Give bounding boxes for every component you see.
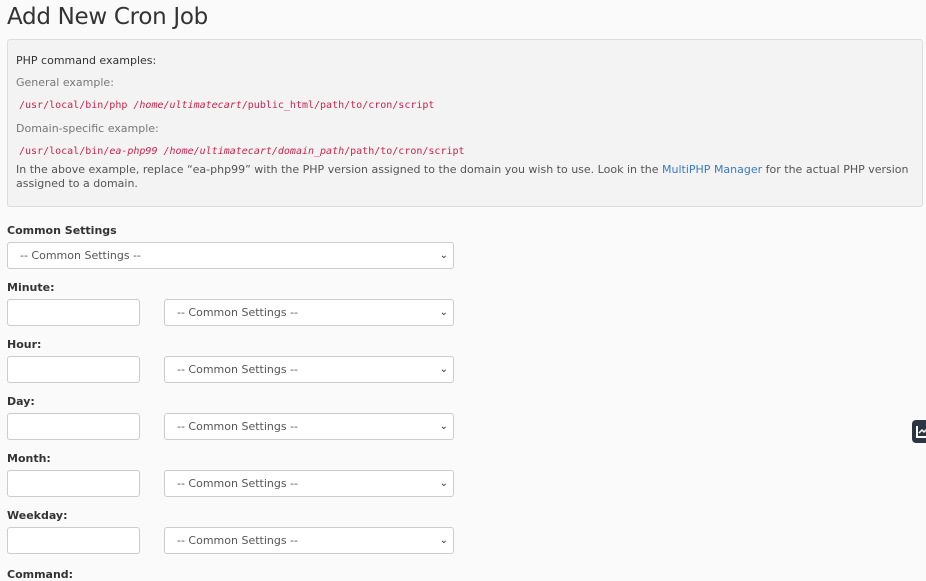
chart-icon	[916, 426, 926, 438]
chevron-down-icon: ⌄	[439, 364, 448, 375]
page-title: Add New Cron Job	[7, 4, 208, 30]
month-common-settings-select[interactable]: -- Common Settings -- ⌄	[164, 470, 454, 497]
cmd-path: /path/to/cron/script	[344, 146, 465, 157]
cmd-version: ea-php99	[109, 146, 158, 157]
minute-common-settings-select[interactable]: -- Common Settings -- ⌄	[164, 299, 454, 326]
weekday-input[interactable]	[7, 527, 140, 554]
weekday-label: Weekday:	[7, 509, 68, 522]
minute-input[interactable]	[7, 299, 140, 326]
select-value: -- Common Settings --	[177, 534, 299, 547]
cmd-home: /home/ultimatecart/domain_path	[157, 146, 345, 157]
hour-common-settings-select[interactable]: -- Common Settings -- ⌄	[164, 356, 454, 383]
cmd-bin: /usr/local/bin/php	[19, 100, 134, 111]
cmd-path: /public_html/path/to/cron/script	[241, 100, 435, 111]
day-input[interactable]	[7, 413, 140, 440]
chevron-down-icon: ⌄	[439, 250, 448, 261]
chevron-down-icon: ⌄	[439, 535, 448, 546]
examples-note: In the above example, replace “ea-php99”…	[16, 163, 921, 191]
select-value: -- Common Settings --	[177, 306, 299, 319]
general-example-label: General example:	[16, 76, 114, 89]
select-value: -- Common Settings --	[177, 363, 299, 376]
day-label: Day:	[7, 395, 35, 408]
select-value: -- Common Settings --	[20, 249, 142, 262]
domain-example-label: Domain-specific example:	[16, 122, 159, 135]
hour-input[interactable]	[7, 356, 140, 383]
cmd-home: /home/ultimatecart	[133, 100, 242, 111]
month-input[interactable]	[7, 470, 140, 497]
weekday-common-settings-select[interactable]: -- Common Settings -- ⌄	[164, 527, 454, 554]
chevron-down-icon: ⌄	[439, 421, 448, 432]
chevron-down-icon: ⌄	[439, 307, 448, 318]
multiphp-manager-link[interactable]: MultiPHP Manager	[662, 163, 762, 176]
common-settings-select[interactable]: -- Common Settings -- ⌄	[7, 242, 454, 269]
side-chart-tab[interactable]	[912, 420, 926, 443]
examples-title: PHP command examples:	[16, 54, 157, 67]
hour-label: Hour:	[7, 338, 42, 351]
chevron-down-icon: ⌄	[439, 478, 448, 489]
select-value: -- Common Settings --	[177, 477, 299, 490]
minute-label: Minute:	[7, 281, 55, 294]
month-label: Month:	[7, 452, 51, 465]
common-settings-label: Common Settings	[7, 224, 117, 237]
domain-example-command: /usr/local/bin/ea-php99 /home/ultimateca…	[19, 146, 465, 157]
cmd-bin: /usr/local/bin/	[19, 146, 110, 157]
php-examples-panel: PHP command examples: General example: /…	[7, 39, 923, 207]
select-value: -- Common Settings --	[177, 420, 299, 433]
note-text: In the above example, replace “ea-php99”…	[16, 163, 663, 176]
general-example-command: /usr/local/bin/php /home/ultimatecart/pu…	[19, 100, 434, 111]
day-common-settings-select[interactable]: -- Common Settings -- ⌄	[164, 413, 454, 440]
